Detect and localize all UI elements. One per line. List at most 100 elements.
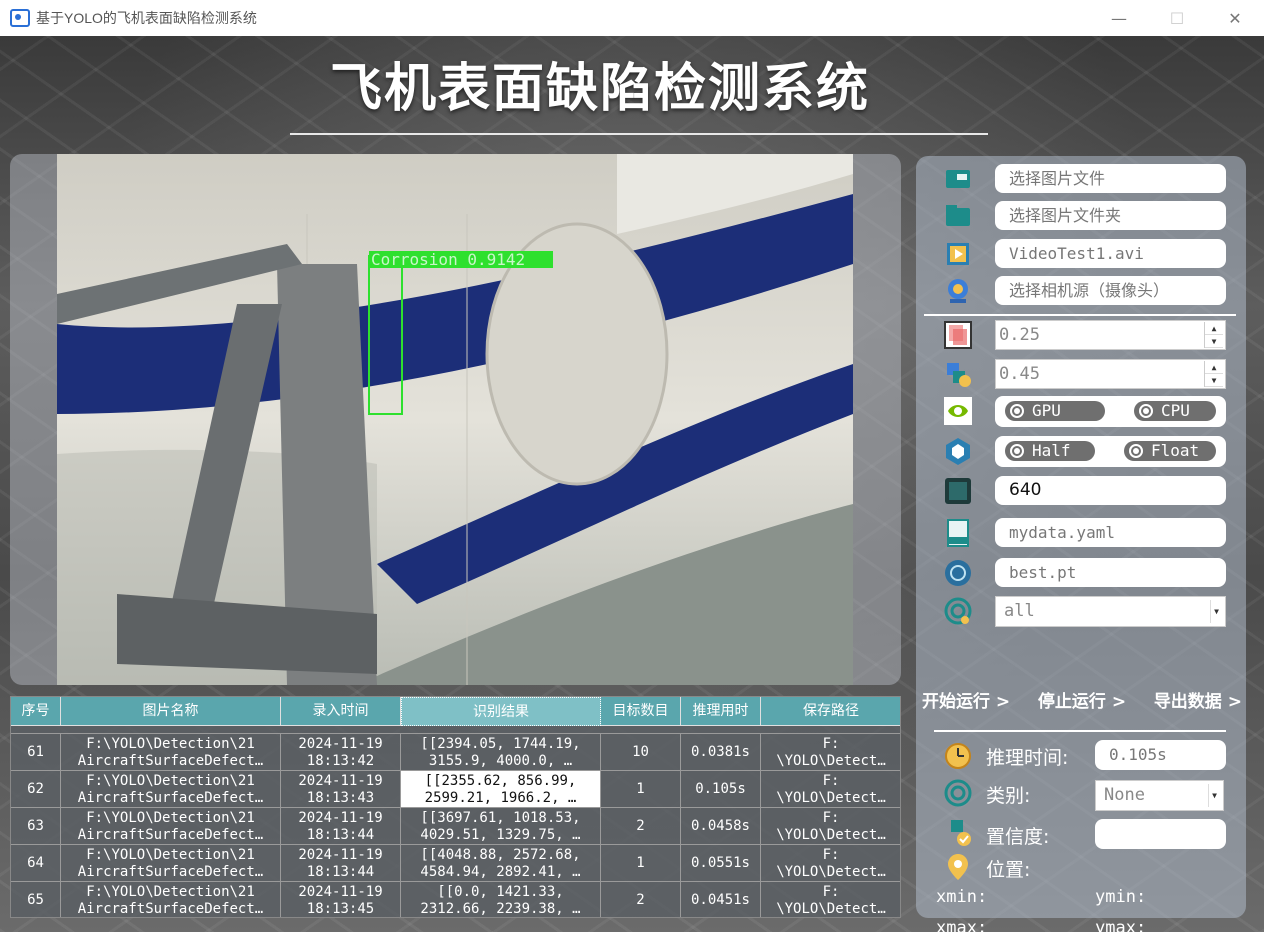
col-result[interactable]: 识别结果 — [401, 697, 601, 726]
radio-gpu[interactable]: GPU — [1005, 401, 1105, 421]
window-titlebar: 基于YOLO的飞机表面缺陷检测系统 — ☐ ✕ — [0, 0, 1264, 36]
weights-file[interactable]: best.pt — [995, 558, 1226, 587]
table-row[interactable]: 62 F:\YOLO\Detection\21 AircraftSurfaceDe… — [11, 770, 900, 808]
close-button[interactable]: ✕ — [1206, 0, 1264, 36]
cell-inference-time: 0.105s — [681, 771, 761, 808]
cell-entry-time: 2024-11-19 18:13:43 — [281, 771, 401, 808]
yaml-icon — [947, 519, 969, 547]
window-controls: — ☐ ✕ — [1090, 0, 1264, 36]
image-size-icon — [945, 478, 971, 504]
ymin-label: ymin: — [1095, 887, 1147, 907]
precision-selector: Half Float — [995, 436, 1226, 467]
cell-target-count: 1 — [601, 771, 681, 808]
timer-icon — [945, 743, 971, 769]
class-filter-value: all — [1004, 601, 1035, 621]
col-target-count[interactable]: 目标数目 — [601, 697, 681, 726]
cell-line: 2024-11-19 — [298, 773, 383, 789]
select-video[interactable]: VideoTest1.avi — [995, 239, 1226, 268]
export-button[interactable]: 导出数据 > — [1154, 687, 1242, 712]
detection-label: Corrosion 0.9142 — [371, 250, 525, 269]
cell-line: 4029.51, 1329.75, … — [420, 827, 581, 843]
yaml-file[interactable]: mydata.yaml — [995, 518, 1226, 547]
cpu-label: CPU — [1161, 401, 1190, 420]
cell-save-path: F: \YOLO\Detect… — [761, 771, 900, 808]
radio-half[interactable]: Half — [1005, 441, 1095, 461]
col-entry-time[interactable]: 录入时间 — [281, 697, 401, 726]
divider — [924, 314, 1236, 316]
gpu-label: GPU — [1032, 401, 1061, 420]
cell-result: [[3697.61, 1018.53, 4029.51, 1329.75, … — [401, 808, 601, 845]
device-selector: GPU CPU — [995, 396, 1226, 427]
position-label: 位置: — [986, 859, 1031, 881]
cell-line: 18:13:43 — [306, 790, 375, 806]
cell-image-name: F:\YOLO\Detection\21 AircraftSurfaceDefec… — [61, 734, 281, 771]
minimize-button[interactable]: — — [1090, 0, 1148, 36]
select-image-file[interactable]: 选择图片文件 — [995, 164, 1226, 193]
cell-image-name: F:\YOLO\Detection\21 AircraftSurfaceDefec… — [61, 882, 281, 917]
col-inference-time[interactable]: 推理用时 — [681, 697, 761, 726]
cell-line: \YOLO\Detect… — [776, 827, 886, 843]
divider — [934, 730, 1226, 732]
cell-line: [[2394.05, 1744.19, — [420, 736, 581, 752]
model-weights-icon — [945, 560, 971, 586]
cell-index: 61 — [11, 734, 61, 771]
image-display-panel: Corrosion 0.9142 — [10, 154, 901, 685]
image-size-input[interactable]: 640 — [995, 476, 1226, 505]
col-index[interactable]: 序号 — [11, 697, 61, 726]
table-header: 序号 图片名称 录入时间 识别结果 目标数目 推理用时 保存路径 — [11, 697, 900, 726]
table-row[interactable]: 65 F:\YOLO\Detection\21 AircraftSurfaceDe… — [11, 881, 900, 917]
cell-inference-time: 0.0551s — [681, 845, 761, 882]
cell-line: 3155.9, 4000.0, … — [428, 753, 573, 769]
cell-image-name: F:\YOLO\Detection\21 AircraftSurfaceDefec… — [61, 808, 281, 845]
cell-line: 18:13:42 — [306, 753, 375, 769]
aircraft-photo: Corrosion 0.9142 — [57, 154, 853, 685]
cell-target-count: 1 — [601, 845, 681, 882]
cell-line: 18:13:45 — [306, 901, 375, 917]
xmin-label: xmin: — [936, 887, 988, 907]
confidence-icon — [944, 321, 972, 349]
cell-image-name: F:\YOLO\Detection\21 AircraftSurfaceDefec… — [61, 771, 281, 808]
cell-line: \YOLO\Detect… — [776, 753, 886, 769]
col-save-path[interactable]: 保存路径 — [761, 697, 900, 726]
class-label: 类别: — [986, 785, 1031, 807]
col-image-name[interactable]: 图片名称 — [61, 697, 281, 726]
cell-index: 65 — [11, 882, 61, 917]
maximize-button[interactable]: ☐ — [1148, 0, 1206, 36]
folder-icon — [946, 205, 970, 226]
iou-spinbox[interactable]: 0.45 ▲ ▼ — [995, 359, 1226, 389]
cell-line: F: — [822, 810, 840, 826]
conf-spinbox[interactable]: 0.25 ▲ ▼ — [995, 320, 1226, 350]
iou-stepper[interactable]: ▲ ▼ — [1204, 361, 1223, 387]
class-result-select[interactable]: None ▼ — [1095, 780, 1224, 811]
cell-result: [[0.0, 1421.33, 2312.66, 2239.38, … — [401, 882, 601, 917]
cell-result-selected[interactable]: [[2355.62, 856.99, 2599.21, 1966.2, … — [401, 771, 601, 808]
class-filter-select[interactable]: all ▼ — [995, 596, 1226, 627]
page-title: 飞机表面缺陷检测系统 — [329, 59, 870, 119]
camera-icon — [948, 279, 968, 303]
select-camera[interactable]: 选择相机源（摄像头） — [995, 276, 1226, 305]
cell-result: [[4048.88, 2572.68, 4584.94, 2892.41, … — [401, 845, 601, 882]
radio-float[interactable]: Float — [1124, 441, 1216, 461]
cell-line: F: — [822, 736, 840, 752]
detection-image: Corrosion 0.9142 — [57, 154, 853, 685]
stop-button[interactable]: 停止运行 > — [1038, 687, 1126, 712]
radio-cpu[interactable]: CPU — [1134, 401, 1216, 421]
ymax-label: ymax: — [1095, 918, 1147, 932]
cell-entry-time: 2024-11-19 18:13:42 — [281, 734, 401, 771]
table-row[interactable]: 63 F:\YOLO\Detection\21 AircraftSurfaceDe… — [11, 807, 900, 845]
cell-entry-time: 2024-11-19 18:13:44 — [281, 808, 401, 845]
table-row[interactable]: 61 F:\YOLO\Detection\21 AircraftSurfaceDe… — [11, 733, 900, 771]
cell-inference-time: 0.0458s — [681, 808, 761, 845]
cell-line: 2024-11-19 — [298, 736, 383, 752]
cell-target-count: 2 — [601, 882, 681, 917]
video-icon — [947, 243, 969, 265]
cell-line: AircraftSurfaceDefect… — [77, 864, 264, 880]
select-image-folder[interactable]: 选择图片文件夹 — [995, 201, 1226, 230]
start-button[interactable]: 开始运行 > — [922, 687, 1010, 712]
float-label: Float — [1151, 441, 1200, 460]
cell-target-count: 2 — [601, 808, 681, 845]
cell-inference-time: 0.0451s — [681, 882, 761, 917]
conf-stepper[interactable]: ▲ ▼ — [1204, 322, 1223, 348]
table-row[interactable]: 64 F:\YOLO\Detection\21 AircraftSurfaceDe… — [11, 844, 900, 882]
location-icon — [948, 854, 968, 880]
